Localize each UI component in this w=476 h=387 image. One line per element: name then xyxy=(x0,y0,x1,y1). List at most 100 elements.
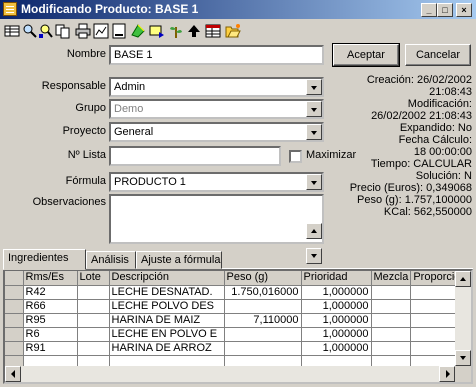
up-arrow-icon[interactable] xyxy=(186,23,202,39)
cell-descripcion[interactable]: LECHE DESNATAD. xyxy=(109,285,225,300)
grid-vertical-scrollbar[interactable] xyxy=(455,271,471,366)
row-selector[interactable] xyxy=(5,341,24,356)
grid-header-prioridad[interactable]: Prioridad xyxy=(301,271,372,286)
grid-header-mezcla[interactable]: Mezcla xyxy=(371,271,412,286)
grupo-select[interactable]: Demo xyxy=(109,99,324,119)
grid-scroll-down[interactable] xyxy=(455,350,471,366)
aceptar-button[interactable]: Aceptar xyxy=(332,43,400,67)
cell-prioridad[interactable]: 1,000000 xyxy=(301,285,372,300)
cell-descripcion[interactable]: LECHE EN POLVO E xyxy=(109,327,225,342)
grid-horizontal-scrollbar[interactable] xyxy=(5,366,455,382)
ingredients-grid[interactable]: Rms/Es Lote Descripción Peso (g) Priorid… xyxy=(3,269,473,384)
grid-header-peso[interactable]: Peso (g) xyxy=(224,271,302,286)
check-leaf-icon[interactable] xyxy=(130,23,146,39)
cell-descripcion[interactable]: HARINA DE ARROZ xyxy=(109,341,225,356)
chart-icon[interactable] xyxy=(93,23,109,39)
grid-header-rms[interactable]: Rms/Es xyxy=(23,271,78,286)
plant-icon[interactable] xyxy=(168,23,184,39)
cell-descripcion[interactable]: HARINA DE MAIZ xyxy=(109,313,225,328)
cell-lote[interactable] xyxy=(77,341,110,356)
cell-code[interactable]: R6 xyxy=(23,327,78,342)
responsable-select[interactable]: Admin xyxy=(109,77,324,97)
observaciones-scroll-down[interactable] xyxy=(306,248,322,264)
cell-mezcla[interactable] xyxy=(371,341,412,356)
info-creacion: Creación: 26/02/2002 xyxy=(366,74,472,86)
chevron-down-icon[interactable] xyxy=(306,101,322,117)
info-fecha-calculo: 18 00:00:00 xyxy=(413,146,472,158)
cell-peso[interactable] xyxy=(224,299,302,314)
table-icon[interactable] xyxy=(205,23,221,39)
cell-prioridad[interactable]: 1,000000 xyxy=(301,327,372,342)
cell-mezcla[interactable] xyxy=(371,285,412,300)
row-selector[interactable] xyxy=(5,313,24,328)
observaciones-scroll-up[interactable] xyxy=(306,223,322,239)
tab-analisis[interactable]: Análisis xyxy=(86,251,136,269)
chevron-down-icon[interactable] xyxy=(306,124,322,140)
title-bar[interactable]: Modificando Producto: BASE 1 _ □ × xyxy=(0,0,476,19)
cell-lote[interactable] xyxy=(77,327,110,342)
row-selector[interactable] xyxy=(5,299,24,314)
folder-open-icon[interactable] xyxy=(225,23,241,39)
row-selector[interactable] xyxy=(5,327,24,342)
grid-header-descripcion[interactable]: Descripción xyxy=(109,271,225,286)
cancelar-button[interactable]: Cancelar xyxy=(405,44,471,66)
observaciones-textarea[interactable] xyxy=(109,194,324,244)
nombre-input[interactable]: BASE 1 xyxy=(109,45,324,65)
proyecto-select[interactable]: General xyxy=(109,122,324,142)
cell-peso[interactable] xyxy=(224,327,302,342)
chevron-down-icon[interactable] xyxy=(306,174,322,190)
grid-scroll-right[interactable] xyxy=(439,366,455,382)
formula-select[interactable]: PRODUCTO 1 xyxy=(109,172,324,192)
table-row[interactable]: R42 LECHE DESNATAD. 1.750,016000 1,00000… xyxy=(5,285,464,300)
formula-label: Fórmula xyxy=(65,175,106,187)
cell-lote[interactable] xyxy=(77,299,110,314)
cell-code[interactable]: R91 xyxy=(23,341,78,356)
chevron-down-icon[interactable] xyxy=(306,79,322,95)
arrow-flag-icon[interactable] xyxy=(149,23,165,39)
grid-header-selector[interactable] xyxy=(5,271,24,286)
maximize-button[interactable]: □ xyxy=(437,3,453,17)
cell-prioridad[interactable]: 1,000000 xyxy=(301,341,372,356)
grid-scroll-left[interactable] xyxy=(5,366,21,382)
grid-scroll-up[interactable] xyxy=(455,271,471,287)
cell-prioridad[interactable]: 1,000000 xyxy=(301,299,372,314)
observaciones-label: Observaciones xyxy=(32,196,106,208)
table-row[interactable]: R91 HARINA DE ARROZ 1,000000 xyxy=(5,341,464,356)
search-icon[interactable] xyxy=(22,23,38,39)
table-row[interactable]: R66 LECHE POLVO DES 1,000000 xyxy=(5,299,464,314)
copy-icon[interactable] xyxy=(55,23,71,39)
cell-peso[interactable]: 7,110000 xyxy=(224,313,302,328)
print-icon[interactable] xyxy=(75,23,91,39)
nombre-label: Nombre xyxy=(66,48,106,60)
cell-code[interactable]: R66 xyxy=(23,299,78,314)
cell-mezcla[interactable] xyxy=(371,299,412,314)
row-selector[interactable] xyxy=(5,285,24,300)
nlista-input[interactable] xyxy=(109,146,281,166)
tab-ajuste-formula[interactable]: Ajuste a fórmula xyxy=(136,251,222,269)
cell-peso[interactable] xyxy=(224,341,302,356)
cell-lote[interactable] xyxy=(77,285,110,300)
document-icon[interactable] xyxy=(111,23,127,39)
cell-mezcla[interactable] xyxy=(371,313,412,328)
cell-descripcion[interactable]: LECHE POLVO DES xyxy=(109,299,225,314)
maximizar-checkbox[interactable] xyxy=(289,150,302,163)
grid-header-row: Rms/Es Lote Descripción Peso (g) Priorid… xyxy=(5,271,464,286)
cell-code[interactable]: R95 xyxy=(23,313,78,328)
cell-mezcla[interactable] xyxy=(371,327,412,342)
cell-peso[interactable]: 1.750,016000 xyxy=(224,285,302,300)
cell-lote[interactable] xyxy=(77,313,110,328)
grid-header-lote[interactable]: Lote xyxy=(77,271,110,286)
grid-icon[interactable] xyxy=(4,23,20,39)
close-button[interactable]: × xyxy=(456,3,472,17)
tab-ingredientes[interactable]: Ingredientes xyxy=(3,249,86,270)
table-row[interactable]: R6 LECHE EN POLVO E 1,000000 xyxy=(5,327,464,342)
zoom-search-icon[interactable] xyxy=(38,23,54,39)
cell-prioridad[interactable]: 1,000000 xyxy=(301,313,372,328)
grid-scroll-corner xyxy=(455,366,471,382)
info-tiempo: Tiempo: CALCULAR xyxy=(370,158,472,170)
minimize-button[interactable]: _ xyxy=(421,3,437,17)
info-modificacion-label: Modificación: xyxy=(407,98,472,110)
info-modificacion: 26/02/2002 21:08:43 xyxy=(371,110,472,122)
cell-code[interactable]: R42 xyxy=(23,285,78,300)
table-row[interactable]: R95 HARINA DE MAIZ 7,110000 1,000000 xyxy=(5,313,464,328)
